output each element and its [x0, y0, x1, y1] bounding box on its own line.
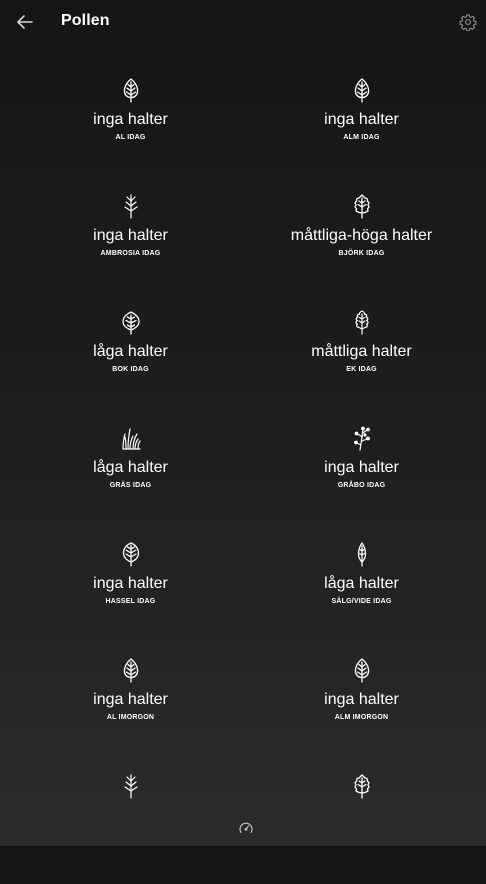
pollen-tile-salg-vide-idag[interactable]: låga halter SÄLG/VIDE IDAG: [246, 536, 477, 652]
pollen-level: inga halter: [324, 111, 399, 128]
pollen-level: inga halter: [324, 691, 399, 708]
pollen-name: AMBROSIA IDAG: [100, 250, 161, 257]
ambrosia-icon: [120, 193, 142, 219]
pollen-level: låga halter: [324, 575, 399, 592]
pollen-level: inga halter: [324, 459, 399, 476]
pollen-tile-ambrosia-idag[interactable]: inga halter AMBROSIA IDAG: [15, 188, 246, 304]
pollen-level: inga halter: [93, 227, 168, 244]
pollen-tile-grabo-idag[interactable]: inga halter GRÅBO IDAG: [246, 420, 477, 536]
pollen-tile-alm-imorgon[interactable]: inga halter ALM IMORGON: [246, 652, 477, 768]
pollen-tile-hassel-idag[interactable]: inga halter HASSEL IDAG: [15, 536, 246, 652]
pollen-tile-gras-idag[interactable]: låga halter GRÄS IDAG: [15, 420, 246, 536]
pollen-name: GRÄS IDAG: [109, 482, 152, 489]
pollen-level: måttliga-höga halter: [290, 227, 433, 244]
pollen-tile-bok-idag[interactable]: låga halter BOK IDAG: [15, 304, 246, 420]
pollen-name: SÄLG/VIDE IDAG: [331, 598, 392, 605]
willow-leaf-icon: [351, 541, 373, 567]
leaf-icon: [120, 657, 142, 683]
pollen-name: AL IDAG: [115, 134, 146, 141]
ambrosia-icon: [120, 773, 142, 799]
pollen-tile-al-imorgon[interactable]: inga halter AL IMORGON: [15, 652, 246, 768]
leaf-icon: [351, 77, 373, 103]
pollen-tile-bjork-imorgon[interactable]: [246, 768, 477, 884]
pollen-level: låga halter: [93, 459, 168, 476]
hazel-leaf-icon: [120, 541, 142, 567]
mugwort-icon: [351, 425, 373, 451]
pollen-tile-bjork-idag[interactable]: måttliga-höga halter BJÖRK IDAG: [246, 188, 477, 304]
grass-icon: [120, 425, 142, 451]
oak-leaf-icon: [351, 309, 373, 335]
app-header: Pollen: [0, 0, 486, 44]
pollen-name: HASSEL IDAG: [105, 598, 156, 605]
pollen-name: BOK IDAG: [112, 366, 149, 373]
pollen-level: måttliga halter: [311, 343, 412, 360]
leaf-icon: [351, 657, 373, 683]
pollen-level: inga halter: [93, 575, 168, 592]
round-leaf-icon: [120, 309, 142, 335]
pollen-tile-alm-idag[interactable]: inga halter ALM IDAG: [246, 72, 477, 188]
pollen-name: BJÖRK IDAG: [338, 250, 385, 257]
page-title: Pollen: [61, 12, 110, 29]
settings-button[interactable]: [457, 11, 479, 33]
speedometer-icon[interactable]: [238, 820, 254, 836]
pollen-tile-ek-idag[interactable]: måttliga halter EK IDAG: [246, 304, 477, 420]
pollen-tile-ambrosia-imorgon[interactable]: [15, 768, 246, 884]
birch-leaf-icon: [351, 193, 373, 219]
pollen-level: inga halter: [93, 111, 168, 128]
pollen-name: ALM IMORGON: [334, 714, 389, 721]
arrow-left-icon: [16, 14, 34, 30]
pollen-name: EK IDAG: [346, 366, 377, 373]
pollen-name: ALM IDAG: [343, 134, 380, 141]
back-button[interactable]: [12, 10, 38, 34]
pollen-name: GRÅBO IDAG: [337, 482, 386, 489]
leaf-icon: [120, 77, 142, 103]
pollen-tile-al-idag[interactable]: inga halter AL IDAG: [15, 72, 246, 188]
birch-leaf-icon: [351, 773, 373, 799]
pollen-level: låga halter: [93, 343, 168, 360]
pollen-grid: inga halter AL IDAG inga halter ALM IDAG…: [15, 72, 477, 884]
gear-icon: [459, 13, 477, 31]
pollen-name: AL IMORGON: [106, 714, 155, 721]
pollen-level: inga halter: [93, 691, 168, 708]
